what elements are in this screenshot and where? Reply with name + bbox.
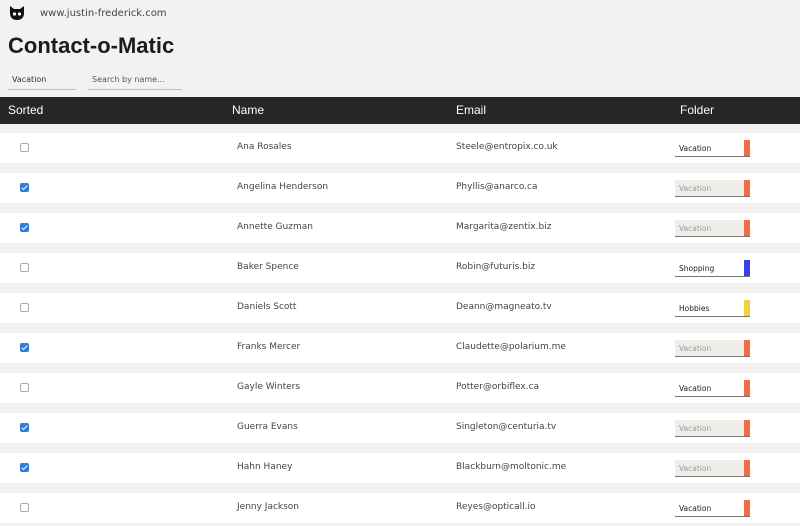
sorted-checkbox[interactable] <box>20 423 29 432</box>
folder-label: Vacation <box>679 224 712 233</box>
folder-label: Vacation <box>679 424 712 433</box>
folder-label: Vacation <box>679 144 712 153</box>
folder-label: Shopping <box>679 264 715 273</box>
github-octocat-icon[interactable] <box>8 4 26 22</box>
folder-color-tag <box>744 340 750 356</box>
folder-select[interactable]: Shopping <box>675 260 750 277</box>
table-row[interactable]: Hahn Haney Blackburn@moltonic.me Vacation <box>0 453 800 483</box>
folder-color-tag <box>744 220 750 236</box>
contact-name: Annette Guzman <box>237 222 313 232</box>
contact-email: Margarita@zentix.biz <box>456 222 552 232</box>
table-row[interactable]: Ana Rosales Steele@entropix.co.uk Vacation <box>0 133 800 163</box>
table-row[interactable]: Jenny Jackson Reyes@opticall.io Vacation <box>0 493 800 523</box>
contact-email: Singleton@centuria.tv <box>456 422 557 432</box>
folder-select[interactable]: Vacation <box>675 220 750 237</box>
folder-color-tag <box>744 140 750 156</box>
contact-email: Phyllis@anarco.ca <box>456 182 538 192</box>
table-row[interactable]: Guerra Evans Singleton@centuria.tv Vacatio… <box>0 413 800 443</box>
folder-select[interactable]: Vacation <box>675 380 750 397</box>
contact-email: Deann@magneato.tv <box>456 302 552 312</box>
table-row[interactable]: Baker Spence Robin@futuris.biz Shopping <box>0 253 800 283</box>
contact-name: Ana Rosales <box>237 142 292 152</box>
folder-filter-select[interactable]: Vacation <box>8 75 76 90</box>
folder-color-tag <box>744 260 750 276</box>
contact-email: Claudette@polarium.me <box>456 342 566 352</box>
folder-select[interactable]: Vacation <box>675 180 750 197</box>
sorted-checkbox[interactable] <box>20 303 29 312</box>
contact-name: Jenny Jackson <box>237 502 300 512</box>
table-header: Sorted Name Email Folder <box>0 97 800 124</box>
table-row[interactable]: Daniels Scott Deann@magneato.tv Hobbies <box>0 293 800 323</box>
app-title: Contact-o-Matic <box>8 33 175 58</box>
table-row[interactable]: Gayle Winters Potter@orbiflex.ca Vacation <box>0 373 800 403</box>
folder-select[interactable]: Vacation <box>675 340 750 357</box>
site-url-link[interactable]: www.justin-frederick.com <box>40 8 167 19</box>
folder-color-tag <box>744 180 750 196</box>
column-header-email[interactable]: Email <box>456 103 486 117</box>
sorted-checkbox[interactable] <box>20 183 29 192</box>
column-header-name[interactable]: Name <box>232 103 264 117</box>
contact-name: Franks Mercer <box>237 342 301 352</box>
folder-select[interactable]: Vacation <box>675 460 750 477</box>
table-row[interactable]: Annette Guzman Margarita@zentix.biz Vacati… <box>0 213 800 243</box>
sorted-checkbox[interactable] <box>20 343 29 352</box>
contact-email: Steele@entropix.co.uk <box>456 142 558 152</box>
folder-label: Vacation <box>679 184 712 193</box>
folder-select[interactable]: Hobbies <box>675 300 750 317</box>
contact-email: Reyes@opticall.io <box>456 502 536 512</box>
contact-name: Gayle Winters <box>237 382 301 392</box>
table-row[interactable]: Angelina Henderson Phyllis@anarco.ca Vacat… <box>0 173 800 203</box>
folder-color-tag <box>744 380 750 396</box>
folder-select[interactable]: Vacation <box>675 140 750 157</box>
contact-name: Angelina Henderson <box>237 182 329 192</box>
folder-label: Vacation <box>679 504 712 513</box>
contact-email: Potter@orbiflex.ca <box>456 382 540 392</box>
table-row[interactable]: Franks Mercer Claudette@polarium.me Vacati… <box>0 333 800 363</box>
folder-select[interactable]: Vacation <box>675 420 750 437</box>
search-input[interactable]: Search by name... <box>88 75 182 90</box>
folder-color-tag <box>744 300 750 316</box>
contact-name: Baker Spence <box>237 262 299 272</box>
sorted-checkbox[interactable] <box>20 383 29 392</box>
folder-color-tag <box>744 500 750 516</box>
folder-label: Vacation <box>679 344 712 353</box>
folder-label: Vacation <box>679 384 712 393</box>
contact-name: Guerra Evans <box>237 422 298 432</box>
sorted-checkbox[interactable] <box>20 263 29 272</box>
folder-color-tag <box>744 420 750 436</box>
column-header-sorted[interactable]: Sorted <box>8 103 43 117</box>
folder-color-tag <box>744 460 750 476</box>
folder-select[interactable]: Vacation <box>675 500 750 517</box>
column-header-folder[interactable]: Folder <box>680 103 714 117</box>
sorted-checkbox[interactable] <box>20 503 29 512</box>
folder-label: Hobbies <box>679 304 710 313</box>
sorted-checkbox[interactable] <box>20 463 29 472</box>
sorted-checkbox[interactable] <box>20 223 29 232</box>
contact-email: Blackburn@moltonic.me <box>456 462 567 472</box>
top-bar: www.justin-frederick.com <box>0 0 800 28</box>
folder-label: Vacation <box>679 464 712 473</box>
contact-email: Robin@futuris.biz <box>456 262 536 272</box>
contact-name: Daniels Scott <box>237 302 297 312</box>
contact-name: Hahn Haney <box>237 462 293 472</box>
sorted-checkbox[interactable] <box>20 143 29 152</box>
